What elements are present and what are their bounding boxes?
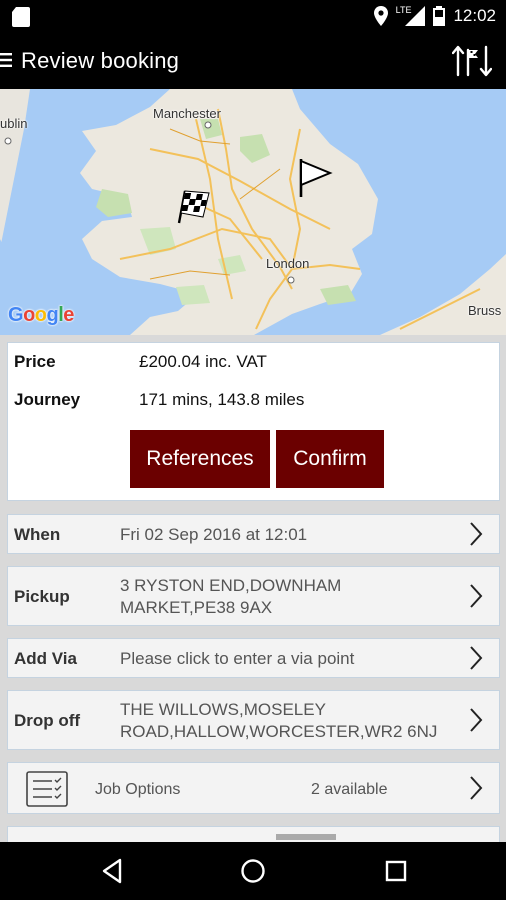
status-bar: LTE 12:02 [0, 0, 506, 32]
network-type: LTE [395, 5, 412, 15]
when-value: Fri 02 Sep 2016 at 12:01 [120, 525, 308, 544]
chevron-right-icon [470, 522, 483, 546]
reorder-route-icon[interactable] [452, 44, 492, 78]
dropoff-row[interactable]: Drop off THE WILLOWS,MOSELEY ROAD,HALLOW… [7, 690, 500, 750]
dropoff-label: Drop off [14, 711, 81, 730]
when-row[interactable]: When Fri 02 Sep 2016 at 12:01 [7, 514, 500, 554]
home-icon[interactable] [240, 858, 266, 884]
chevron-right-icon [470, 646, 483, 670]
back-icon[interactable] [100, 858, 124, 884]
pickup-value-line1: 3 RYSTON END,DOWNHAM [120, 576, 342, 595]
pickup-row[interactable]: Pickup 3 RYSTON END,DOWNHAM MARKET,PE38 … [7, 566, 500, 626]
menu-icon[interactable] [0, 52, 14, 68]
journey-value: 171 mins, 143.8 miles [139, 390, 305, 409]
page-title: Review booking [21, 48, 180, 73]
add-via-value: Please click to enter a via point [120, 649, 355, 668]
clock: 12:02 [453, 6, 496, 25]
price-label: Price [14, 352, 56, 371]
pickup-value-line2: MARKET,PE38 9AX [120, 598, 273, 617]
chevron-right-icon [470, 776, 483, 800]
references-button[interactable]: References [130, 430, 270, 488]
job-options-count: 2 available [311, 781, 388, 798]
dropoff-value-line1: THE WILLOWS,MOSELEY [120, 700, 326, 719]
sd-card-icon [12, 7, 30, 27]
google-logo: Google [8, 304, 74, 326]
map-label-manchester: Manchester [153, 106, 221, 121]
pickup-label: Pickup [14, 587, 70, 606]
checklist-icon [26, 771, 68, 807]
job-options-row[interactable]: Job Options 2 available [7, 762, 500, 814]
map-label-dublin: ublin [0, 116, 28, 131]
chevron-right-icon [470, 584, 483, 608]
journey-label: Journey [14, 390, 81, 409]
app-bar: Review booking [0, 32, 506, 89]
dropoff-value-line2: ROAD,HALLOW,WORCESTER,WR2 6NJ [120, 722, 438, 741]
route-map[interactable]: Manchester London ublin Bruss Google [0, 89, 506, 335]
when-label: When [14, 525, 61, 544]
map-canvas [0, 89, 506, 335]
location-icon [373, 6, 388, 26]
map-label-brussels: Bruss [468, 303, 502, 318]
system-nav-bar [0, 842, 506, 900]
map-label-london: London [266, 256, 310, 271]
scroll-indicator [276, 834, 336, 840]
add-via-row[interactable]: Add Via Please click to enter a via poin… [7, 638, 500, 678]
confirm-button[interactable]: Confirm [276, 430, 384, 488]
battery-icon [433, 6, 446, 26]
price-value: £200.04 inc. VAT [139, 352, 267, 371]
chevron-right-icon [470, 708, 483, 732]
booking-summary-card: Price £200.04 inc. VAT Journey 171 mins,… [7, 342, 500, 501]
add-via-label: Add Via [14, 649, 77, 668]
job-options-label: Job Options [95, 781, 181, 798]
recents-icon[interactable] [384, 858, 408, 884]
